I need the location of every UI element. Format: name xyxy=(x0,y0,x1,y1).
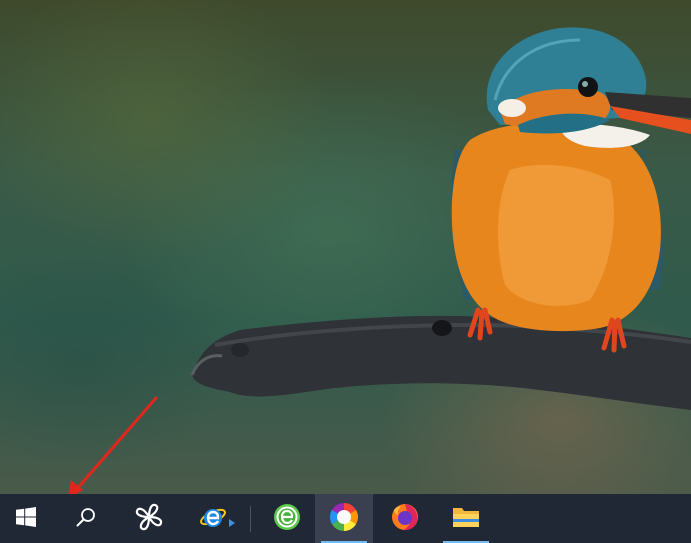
taskbar-divider xyxy=(250,505,251,532)
fan-app-button[interactable] xyxy=(120,494,178,543)
start-button[interactable] xyxy=(0,494,52,543)
fan-logo-icon xyxy=(134,502,164,536)
green-e-browser-icon xyxy=(273,503,301,535)
internet-explorer-icon xyxy=(199,503,227,535)
taskbar xyxy=(0,494,691,543)
internet-explorer-button[interactable] xyxy=(178,494,248,543)
search-button[interactable] xyxy=(52,494,120,543)
red-annotation-arrow xyxy=(68,396,158,494)
desktop-wallpaper xyxy=(0,0,691,494)
file-explorer-button[interactable] xyxy=(437,494,495,543)
firefox-icon xyxy=(390,502,420,536)
colorful-app-button[interactable] xyxy=(315,494,373,543)
colorful-circle-icon xyxy=(329,502,359,536)
chevron-right-icon[interactable] xyxy=(228,513,236,532)
green-browser-button[interactable] xyxy=(259,494,315,543)
folder-icon xyxy=(452,505,480,533)
windows-logo-icon xyxy=(16,506,36,531)
search-icon xyxy=(76,507,96,531)
firefox-button[interactable] xyxy=(373,494,437,543)
